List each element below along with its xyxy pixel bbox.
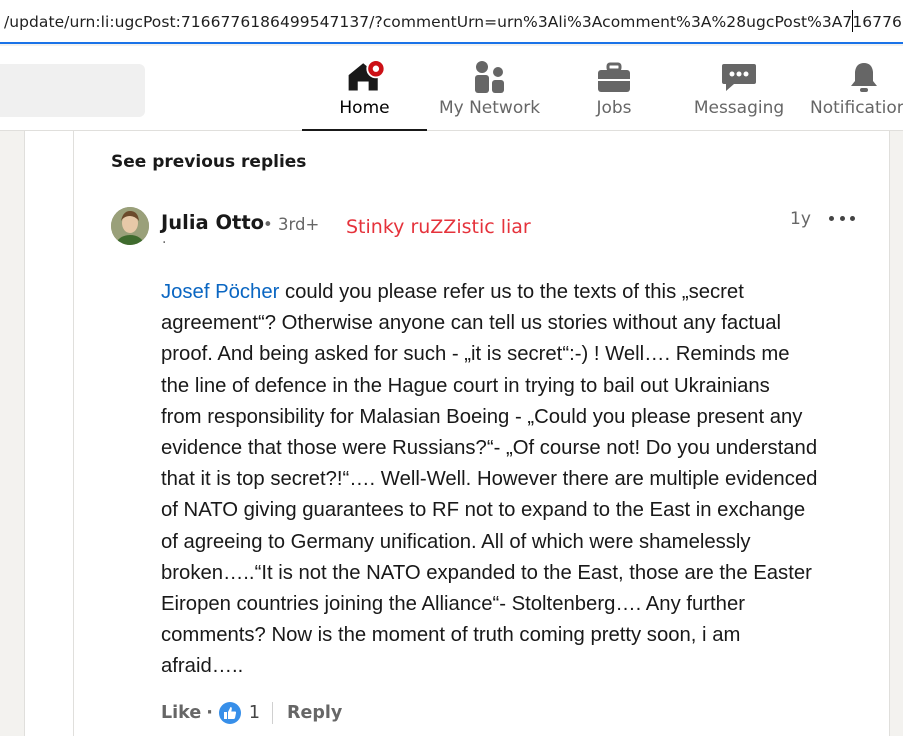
comment-author-name[interactable]: Julia Otto	[161, 211, 264, 234]
red-annotation-text: Stinky ruZZistic liar	[346, 216, 531, 238]
nav-item-home[interactable]: Home	[302, 58, 427, 131]
nav-label-home: Home	[339, 98, 390, 118]
home-icon	[345, 58, 385, 94]
comment-line: Josef Pöcher could you please refer us t…	[161, 277, 871, 308]
nav-item-notifications[interactable]: Notifications	[810, 58, 903, 131]
comment-line: afraid…..	[161, 655, 244, 678]
nav-item-jobs[interactable]: Jobs	[584, 58, 644, 131]
bell-icon	[844, 58, 884, 94]
comment-line: from responsibility for Malasian Boeing …	[161, 405, 803, 428]
nav-label-my-network: My Network	[438, 98, 541, 118]
thumbs-up-icon[interactable]	[218, 702, 241, 724]
author-subline: ·	[162, 235, 167, 251]
comment-text: Josef Pöcher could you please refer us t…	[161, 277, 871, 683]
reply-button[interactable]: Reply	[287, 703, 342, 723]
separator-dot: ·	[206, 703, 213, 723]
url-text[interactable]: /update/urn:li:ugcPost:71667761864995471…	[4, 13, 903, 31]
avatar[interactable]	[111, 207, 149, 245]
comment-line: of agreeing to Germany unification. All …	[161, 530, 751, 553]
more-dot-icon	[850, 215, 855, 221]
connection-degree: • 3rd+	[263, 215, 320, 234]
comment-line: that it is top secret?!“…. Well-Well. Ho…	[161, 468, 818, 491]
nav-label-messaging: Messaging	[693, 98, 785, 118]
nav-label-jobs: Jobs	[596, 98, 632, 118]
more-options-button[interactable]	[829, 207, 855, 229]
comment-card: See previous replies Julia Otto • 3rd+ ·…	[24, 131, 890, 736]
see-previous-replies-button[interactable]: See previous replies	[111, 152, 306, 172]
reaction-count[interactable]: 1	[249, 703, 260, 723]
mention-link[interactable]: Josef Pöcher	[161, 281, 279, 303]
nav-item-my-network[interactable]: My Network	[436, 58, 543, 131]
comment-line: broken…..“It is not the NATO expanded to…	[161, 561, 812, 584]
search-input[interactable]	[0, 64, 145, 117]
comment-line: of NATO giving guarantees to RF not to e…	[161, 499, 806, 522]
text-caret	[852, 10, 853, 32]
comment-line: agreement“? Otherwise anyone can tell us…	[161, 312, 782, 335]
more-dot-icon	[839, 215, 845, 221]
comment-actions: Like · 1 Reply	[161, 699, 342, 727]
top-nav: Home My Network Jobs Messaging Notificat…	[0, 46, 903, 131]
nav-item-messaging[interactable]: Messaging	[692, 58, 786, 131]
comment-line: proof. And being asked for such - „it is…	[161, 343, 790, 366]
more-dot-icon	[829, 215, 834, 221]
comment-line: evidence that those were Russians?“- „Of…	[161, 437, 818, 460]
thread-line	[73, 131, 74, 736]
comment-timestamp: 1y	[790, 209, 811, 229]
comment-line: Eiropen countries joining the Alliance“-…	[161, 593, 745, 616]
briefcase-icon	[594, 58, 634, 94]
message-icon	[719, 58, 759, 94]
nav-label-notifications: Notifications	[810, 98, 903, 118]
network-icon	[470, 58, 510, 94]
comment-line-text: could you please refer us to the texts o…	[279, 281, 744, 303]
action-divider	[271, 702, 273, 724]
comment-line: comments? Now is the moment of truth com…	[161, 624, 741, 647]
like-button[interactable]: Like	[161, 703, 201, 723]
browser-address-bar[interactable]: /update/urn:li:ugcPost:71667761864995471…	[0, 0, 903, 44]
comment-line: the line of defence in the Hague court i…	[161, 374, 770, 397]
